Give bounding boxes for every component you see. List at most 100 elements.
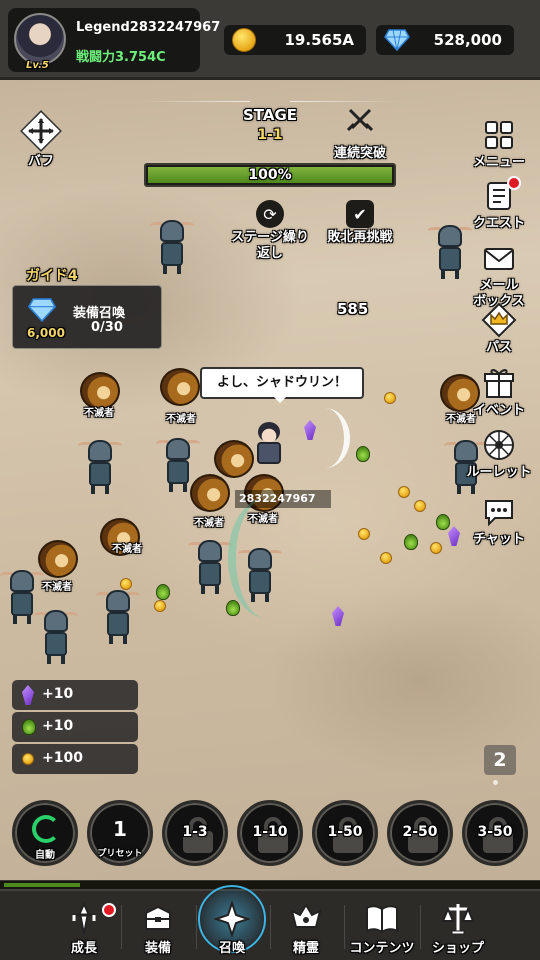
locked-slot-2-50[interactable]: 2-50	[387, 800, 453, 866]
undying-lion	[214, 440, 254, 478]
enemy-knight	[96, 590, 140, 646]
auto-button[interactable]: 自動	[12, 800, 78, 866]
consecutive-clear-button[interactable]: 連続突破	[326, 108, 394, 161]
stage-progress-text: 100%	[248, 167, 292, 183]
loot-text: +10	[42, 718, 74, 734]
locked-slot-1-10[interactable]: 1-10	[237, 800, 303, 866]
pass-button[interactable]: パス	[465, 302, 533, 356]
locked-slot-label: 3-50	[477, 824, 513, 840]
guide-title: ガイド4	[26, 268, 78, 284]
lion-label: 不滅者	[42, 582, 72, 593]
diamond-icon	[384, 29, 410, 51]
mail-icon	[481, 240, 517, 276]
coin-drop	[380, 552, 392, 564]
coin-drop	[358, 528, 370, 540]
locked-slot-label: 2-50	[402, 824, 438, 840]
locked-slot-3-50[interactable]: 3-50	[462, 800, 528, 866]
quest-button[interactable]: クエスト	[465, 176, 533, 232]
checkmark-icon: ✔	[346, 200, 374, 228]
hero-speech-bubble: よし、シャドウリン！	[200, 367, 364, 403]
stage-repeat-label: ステージ繰り返し	[231, 230, 309, 261]
stage-number: 1-1	[257, 127, 283, 143]
guide-quest-name: 装備召喚	[73, 306, 126, 321]
shop-icon	[440, 901, 476, 937]
stage-progress-bar: 100%	[144, 163, 396, 187]
guide-quest-panel[interactable]: 6,000 装備召喚 0/30	[12, 285, 162, 349]
spirit-icon	[288, 901, 324, 937]
preset-label: プリセット	[97, 849, 143, 859]
lion-label: 不滅者	[84, 408, 114, 419]
menu-button[interactable]: メニュー	[465, 117, 533, 171]
grid-icon	[481, 117, 517, 153]
chat-icon	[481, 494, 517, 530]
crown-icon	[481, 302, 517, 338]
event-label: イベント	[472, 403, 525, 418]
nav-growth[interactable]: 成長	[46, 891, 122, 960]
coin-icon	[22, 753, 34, 765]
loot-text: +10	[42, 686, 74, 702]
enemy-knight	[150, 220, 194, 276]
auto-cycle-icon	[32, 815, 60, 843]
experience-bar	[0, 880, 540, 889]
page-dot	[493, 780, 498, 785]
potion-drop	[226, 600, 240, 616]
potion-drop	[356, 446, 370, 462]
pass-label: パス	[485, 340, 512, 355]
loot-log-item: +100	[12, 744, 138, 774]
coin-drop	[398, 486, 410, 498]
hero-name-tag: 2832247967	[235, 490, 331, 508]
chat-label: チャット	[473, 532, 525, 547]
player-profile[interactable]: Lv.5 Legend2832247967 戦闘力3.754C	[8, 8, 220, 72]
roulette-button[interactable]: ルーレット	[465, 427, 533, 481]
stage-divider	[140, 101, 250, 102]
nav-summon-label: 召喚	[218, 941, 245, 956]
lion-label: 不滅者	[194, 518, 224, 529]
gem-amount: 528,000	[433, 31, 502, 49]
page-indicator[interactable]: 2	[484, 745, 516, 775]
auto-label: 自動	[35, 850, 55, 861]
consecutive-clear-label: 連続突破	[333, 146, 386, 161]
event-button[interactable]: イベント	[465, 365, 533, 419]
growth-icon	[66, 901, 116, 937]
potion-drop	[404, 534, 418, 550]
mailbox-button[interactable]: メール ボックス	[465, 240, 533, 310]
loot-log-item: +10	[12, 680, 138, 710]
experience-fill	[4, 883, 80, 887]
guide-reward: 6,000	[27, 326, 65, 340]
lion-label: 不滅者	[112, 544, 142, 555]
quest-icon	[481, 176, 521, 214]
top-bar: Lv.5 Legend2832247967 戦闘力3.754C 19.565A …	[0, 0, 540, 80]
retry-on-defeat-label: 敗北再挑戦	[327, 230, 393, 245]
gem-counter[interactable]: 528,000	[376, 25, 514, 55]
undying-lion	[160, 368, 200, 406]
skill-swirl-effect	[228, 498, 304, 618]
locked-slot-1-50[interactable]: 1-50	[312, 800, 378, 866]
retry-on-defeat-toggle[interactable]: ✔ 敗北再挑戦	[310, 200, 410, 246]
growth-notification-dot	[102, 903, 116, 917]
buff-button[interactable]: バフ	[18, 110, 64, 169]
coin-drop	[154, 600, 166, 612]
lion-label: 不滅者	[166, 414, 196, 425]
locked-slot-label: 1-10	[252, 824, 288, 840]
nav-summon[interactable]: 召喚	[194, 885, 270, 960]
undying-lion	[190, 474, 230, 512]
locked-slot-1-3[interactable]: 1-3	[162, 800, 228, 866]
nav-contents[interactable]: コンテンツ	[344, 891, 420, 960]
quest-notification-dot	[507, 176, 521, 190]
nav-contents-label: コンテンツ	[349, 941, 415, 956]
buff-label: バフ	[27, 154, 54, 169]
coin-drop	[384, 392, 396, 404]
avatar[interactable]	[14, 13, 66, 65]
preset-button[interactable]: 1 プリセット	[87, 800, 153, 866]
quest-label: クエスト	[472, 216, 525, 231]
coin-drop	[414, 500, 426, 512]
nav-shop[interactable]: ショップ	[420, 891, 496, 960]
enemy-knight	[188, 540, 232, 596]
nav-spirit[interactable]: 精霊	[268, 891, 344, 960]
chat-button[interactable]: チャット	[465, 494, 533, 548]
gold-counter[interactable]: 19.565A	[224, 25, 366, 55]
nav-equipment[interactable]: 装備	[120, 891, 196, 960]
stage-repeat-toggle[interactable]: ⟳ ステージ繰り返し	[220, 200, 320, 262]
gift-icon	[481, 365, 517, 401]
potion-drop	[436, 514, 450, 530]
